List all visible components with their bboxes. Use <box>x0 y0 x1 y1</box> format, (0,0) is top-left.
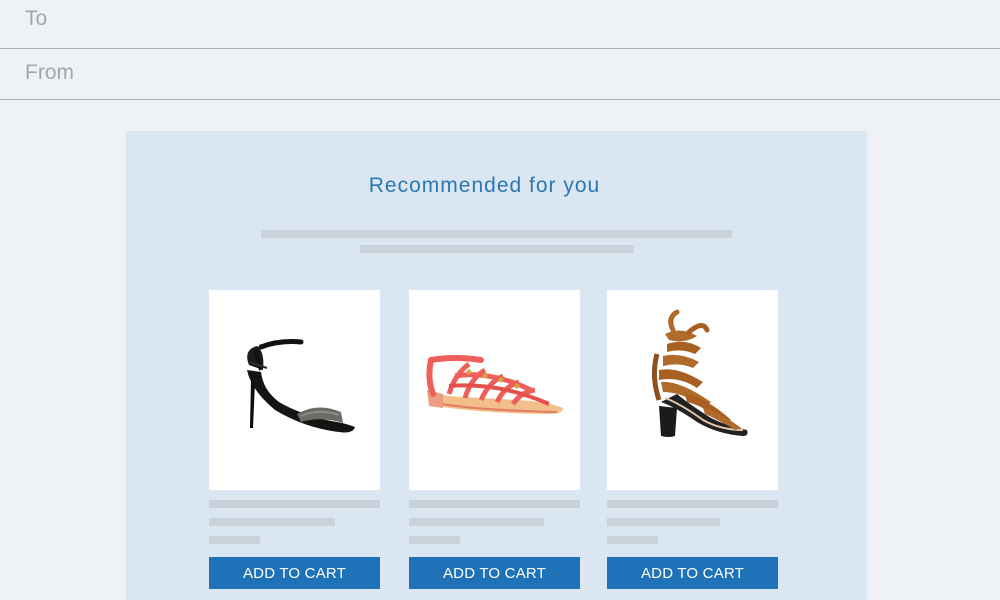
product-text-placeholder-line <box>209 518 335 526</box>
email-preview-card: Recommended for you ADD TO CART ADD TO C… <box>126 131 867 600</box>
from-label: From <box>25 61 74 84</box>
to-label: To <box>25 7 48 30</box>
product-image-coral-sandal[interactable] <box>409 290 580 490</box>
add-to-cart-button[interactable]: ADD TO CART <box>209 557 380 589</box>
from-input[interactable] <box>100 57 980 91</box>
product-text-placeholder-line <box>409 500 580 508</box>
intro-text-placeholder-line <box>261 230 732 238</box>
add-to-cart-button[interactable]: ADD TO CART <box>409 557 580 589</box>
product-text-placeholder-line <box>409 536 460 544</box>
email-headline: Recommended for you <box>368 174 601 197</box>
product-text-placeholder-line <box>607 536 658 544</box>
add-to-cart-button[interactable]: ADD TO CART <box>607 557 778 589</box>
product-text-placeholder-line <box>607 518 720 526</box>
black-heel-image <box>247 339 355 433</box>
tan-heel-image <box>651 309 748 437</box>
to-field-row[interactable]: To <box>0 0 1000 49</box>
email-composer: To From Recommended for you ADD TO CART … <box>0 0 1000 600</box>
coral-sandal-image <box>426 355 563 414</box>
product-text-placeholder-line <box>209 536 260 544</box>
product-image-tan-heel[interactable] <box>607 290 778 490</box>
to-input[interactable] <box>100 8 980 40</box>
product-image-black-heel[interactable] <box>209 290 380 490</box>
product-text-placeholder-line <box>209 500 380 508</box>
product-text-placeholder-line <box>607 500 778 508</box>
product-text-placeholder-line <box>409 518 544 526</box>
from-field-row[interactable]: From <box>0 49 1000 100</box>
intro-text-placeholder-line <box>360 245 634 253</box>
